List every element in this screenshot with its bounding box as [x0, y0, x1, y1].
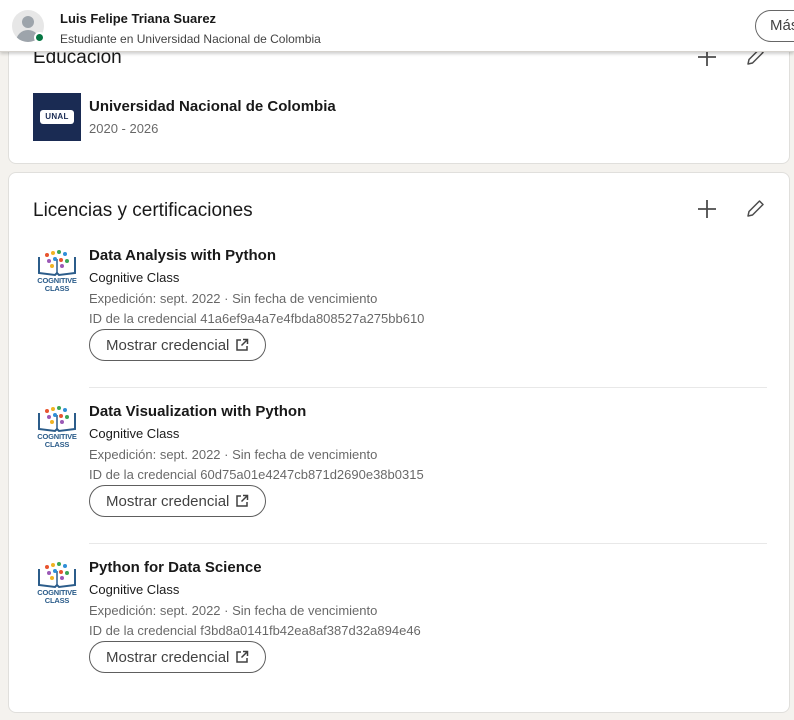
license-issue-date: Expedición: sept. 2022 · Sin fecha de ve…	[89, 291, 378, 306]
licenses-section: Licencias y certificaciones COGNITIVE CL…	[8, 172, 790, 713]
cognitive-class-logo-text: COGNITIVE CLASS	[37, 432, 77, 449]
show-credential-button[interactable]: Mostrar credencial	[89, 329, 267, 361]
show-credential-button[interactable]: Mostrar credencial	[89, 485, 267, 517]
item-divider	[89, 543, 767, 544]
cognitive-class-logo-text: COGNITIVE CLASS	[37, 276, 77, 293]
cognitive-class-logo[interactable]: COGNITIVE CLASS	[35, 405, 79, 449]
licenses-title: Licencias y certificaciones	[33, 200, 253, 221]
education-school[interactable]: Universidad Nacional de Colombia	[89, 98, 336, 115]
cognitive-class-book-icon	[38, 562, 76, 589]
license-issue-date: Expedición: sept. 2022 · Sin fecha de ve…	[89, 447, 378, 462]
profile-headline: Estudiante en Universidad Nacional de Co…	[60, 32, 321, 46]
license-credential-id: ID de la credencial 60d75a01e4247cb871d2…	[89, 467, 424, 482]
education-dates: 2020 - 2026	[89, 121, 159, 136]
license-issue-date: Expedición: sept. 2022 · Sin fecha de ve…	[89, 603, 378, 618]
external-link-icon	[236, 650, 249, 663]
license-item: COGNITIVE CLASS Data Visualization with …	[9, 399, 791, 555]
sticky-profile-header: Luis Felipe Triana Suarez Estudiante en …	[0, 0, 794, 52]
pencil-icon	[747, 200, 764, 217]
external-link-icon	[236, 494, 249, 507]
external-link-icon	[236, 338, 249, 351]
cognitive-class-logo-text: COGNITIVE CLASS	[37, 588, 77, 605]
license-name[interactable]: Data Visualization with Python	[89, 403, 306, 420]
license-issuer: Cognitive Class	[89, 426, 180, 441]
show-credential-label: Mostrar credencial	[106, 492, 230, 510]
more-button[interactable]: Más	[755, 10, 794, 42]
license-issuer: Cognitive Class	[89, 582, 180, 597]
license-issuer: Cognitive Class	[89, 270, 180, 285]
cognitive-class-logo[interactable]: COGNITIVE CLASS	[35, 561, 79, 605]
license-name[interactable]: Python for Data Science	[89, 559, 262, 576]
avatar-head-shape	[22, 16, 34, 28]
add-license-button[interactable]	[693, 195, 721, 223]
unal-logo[interactable]: UNAL	[33, 93, 81, 141]
profile-name: Luis Felipe Triana Suarez	[60, 11, 217, 26]
cognitive-class-book-icon	[38, 406, 76, 433]
cognitive-class-logo[interactable]: COGNITIVE CLASS	[35, 249, 79, 293]
show-credential-label: Mostrar credencial	[106, 648, 230, 666]
cognitive-class-book-icon	[38, 250, 76, 277]
license-item: COGNITIVE CLASS Data Analysis with Pytho…	[9, 243, 791, 399]
edit-licenses-button[interactable]	[741, 195, 769, 223]
license-credential-id: ID de la credencial f3bd8a0141fb42ea8af3…	[89, 623, 421, 638]
license-item: COGNITIVE CLASS Python for Data Science …	[9, 555, 791, 711]
license-name[interactable]: Data Analysis with Python	[89, 247, 276, 264]
license-credential-id: ID de la credencial 41a6ef9a4a7e4fbda808…	[89, 311, 425, 326]
plus-icon	[698, 200, 716, 218]
item-divider	[89, 387, 767, 388]
unal-logo-text: UNAL	[40, 110, 74, 124]
online-status-dot	[34, 32, 45, 43]
show-credential-button[interactable]: Mostrar credencial	[89, 641, 267, 673]
show-credential-label: Mostrar credencial	[106, 336, 230, 354]
